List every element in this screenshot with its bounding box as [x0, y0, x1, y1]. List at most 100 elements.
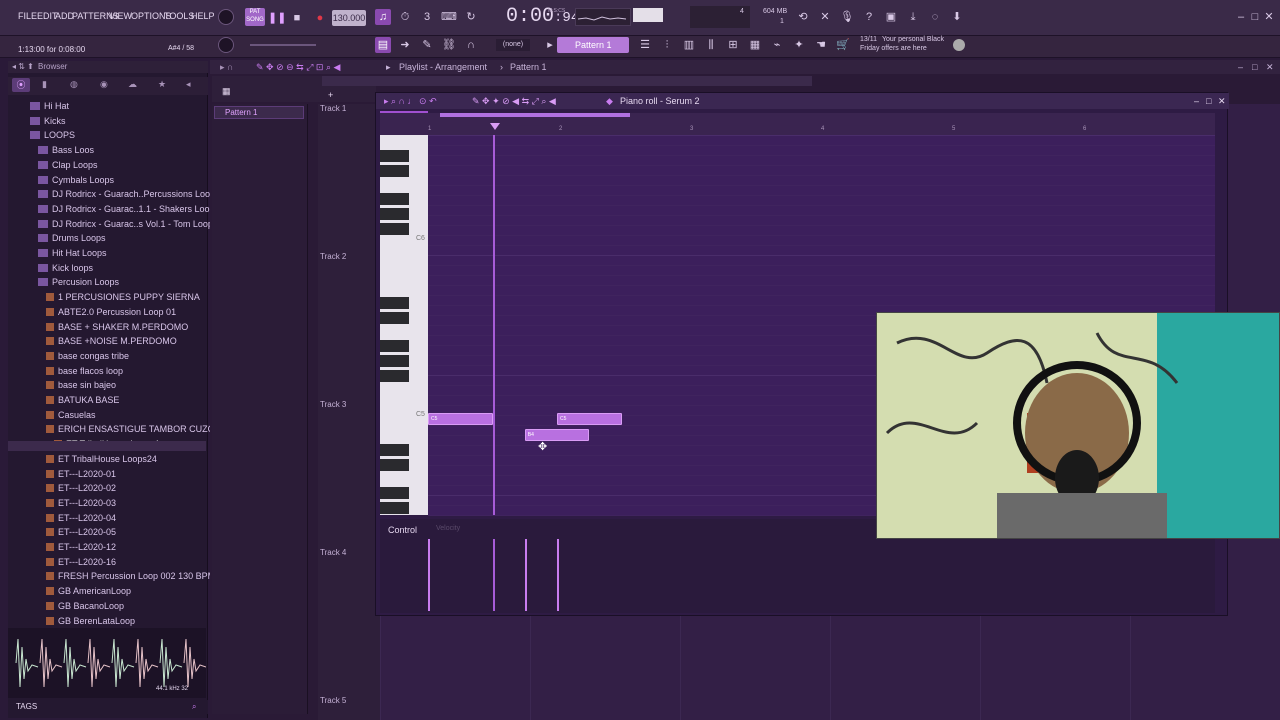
pattern-item[interactable]: Pattern 1	[214, 106, 304, 119]
browser-file[interactable]: GB BacanoLoop	[46, 599, 124, 613]
browser-folder[interactable]: Drums Loops	[38, 231, 106, 245]
add-track-icon[interactable]: +	[328, 90, 333, 100]
browser-folder[interactable]: Hit Hat Loops	[38, 246, 107, 260]
loop-record-icon[interactable]: ↻	[463, 9, 479, 25]
piano-roll-view-icon[interactable]: ▤	[375, 37, 391, 53]
browser-folder[interactable]: DJ Rodricx - Guarac..1.1 - Shakers Loops	[38, 202, 219, 216]
black-key[interactable]	[380, 444, 409, 456]
track-4-label[interactable]: Track 4	[320, 548, 346, 557]
wait-input-icon[interactable]: ⏱	[397, 9, 413, 25]
black-key[interactable]	[380, 297, 409, 309]
midi-note[interactable]: C5	[428, 413, 493, 425]
menu-view[interactable]: VIEW	[109, 11, 132, 21]
panic-icon[interactable]: ✕	[817, 9, 833, 25]
pause-button[interactable]: ❚❚	[268, 10, 286, 26]
browser-folder[interactable]: DJ Rodricx - Guarach..Percussions Loops	[38, 187, 220, 201]
plugins-tab-icon[interactable]: ◍	[70, 79, 78, 90]
browser-file[interactable]: ET---L2020-05	[46, 525, 116, 539]
playlist-tools-icon[interactable]: ▸ ∩	[220, 60, 234, 74]
track-2-label[interactable]: Track 2	[320, 252, 346, 261]
undo-history-icon[interactable]: ⟲	[795, 9, 811, 25]
playlist-pencil-icon[interactable]: ✎ ✥ ⊘ ⊖ ⇆ ⤢ ⊡ ⌕ ◀	[256, 60, 340, 74]
export-icon[interactable]: ⤓	[905, 9, 921, 25]
search-browser-icon[interactable]: ◂	[186, 79, 191, 90]
black-key[interactable]	[380, 487, 409, 499]
playlist-maximize-icon[interactable]: □	[1252, 60, 1257, 74]
favorites-star-icon[interactable]: ★	[158, 79, 166, 90]
plugin-icon[interactable]: ⌁	[769, 37, 785, 53]
velocity-bar[interactable]	[557, 539, 559, 611]
playlist-pattern-crumb[interactable]: Pattern 1	[510, 60, 547, 74]
browser-file[interactable]: GB AmericanLoop	[46, 584, 131, 598]
browser-folder[interactable]: Clap Loops	[38, 158, 98, 172]
snap-select[interactable]: (none)	[496, 39, 530, 51]
browser-folder[interactable]: Cymbals Loops	[38, 173, 114, 187]
playhead-marker-icon[interactable]	[490, 123, 500, 130]
black-key[interactable]	[380, 223, 409, 235]
piano-roll-close-icon[interactable]: ✕	[1218, 93, 1226, 109]
browser-file[interactable]: ET---L2020-03	[46, 496, 116, 510]
black-key[interactable]	[380, 459, 409, 471]
track-1-label[interactable]: Track 1	[320, 104, 346, 113]
pencil-icon[interactable]: ✎	[419, 37, 435, 53]
browser-folder[interactable]: Kick loops	[38, 261, 93, 275]
browser-folder[interactable]: LOOPS	[30, 128, 75, 142]
browser-file[interactable]: base flacos loop	[46, 364, 123, 378]
black-key[interactable]	[380, 370, 409, 382]
browser-file[interactable]: FRESH Percussion Loop 002 130 BPM	[46, 569, 215, 583]
record-button[interactable]: ●	[312, 10, 328, 26]
tags-search-icon[interactable]: ⌕	[192, 700, 196, 714]
black-key[interactable]	[380, 165, 409, 177]
midi-note[interactable]: C5	[557, 413, 622, 425]
black-key[interactable]	[380, 355, 409, 367]
velocity-bar[interactable]	[428, 539, 430, 611]
track-3-label[interactable]: Track 3	[320, 400, 346, 409]
pattern-prev-icon[interactable]: ▸	[542, 37, 558, 53]
browser-file[interactable]: ET---L2020-12	[46, 540, 116, 554]
channel-icon[interactable]: ⊞	[725, 37, 741, 53]
help-icon[interactable]: ?	[861, 9, 877, 25]
velocity-lane[interactable]	[428, 539, 1215, 611]
current-project-icon[interactable]: ◉	[100, 79, 108, 90]
black-key[interactable]	[380, 340, 409, 352]
pattern-selector[interactable]: Pattern 1	[557, 37, 629, 53]
playlist-minimize-icon[interactable]: –	[1238, 60, 1243, 74]
browser-folder[interactable]: Hi Hat	[30, 99, 69, 113]
track-5-label[interactable]: Track 5	[320, 696, 346, 705]
mixer-icon[interactable]: ⫼	[703, 37, 719, 53]
pat-song-toggle[interactable]: PAT SONG	[245, 8, 265, 26]
master-volume-knob[interactable]	[218, 9, 234, 25]
browser-file[interactable]: ET---L2020-01	[46, 467, 116, 481]
browser-folder[interactable]: Bass Loos	[38, 143, 94, 157]
black-key[interactable]	[380, 150, 409, 162]
piano-roll-pencil-icon[interactable]: ✎ ✥ ✦ ⊘ ◀ ⇆ ⤢ ⌕ ◀	[472, 93, 556, 109]
control-param[interactable]: Velocity	[436, 525, 460, 532]
chat-icon[interactable]: ◌	[927, 9, 943, 25]
velocity-bar[interactable]	[524, 539, 527, 611]
save-icon[interactable]: ▣	[883, 9, 899, 25]
browser-file[interactable]: BASE + SHAKER M.PERDOMO	[46, 320, 188, 334]
piano-roll-scrollbar[interactable]	[440, 113, 630, 117]
shop-icon[interactable]: 🛒	[835, 37, 851, 53]
metronome-icon[interactable]: ♫	[375, 9, 391, 25]
browser-icon[interactable]: ▦	[747, 37, 763, 53]
browser-menu-icon[interactable]: ◂ ⇅ ⬆	[12, 62, 34, 71]
browser-folder[interactable]: Percusion Loops	[38, 275, 119, 289]
tags-label[interactable]: TAGS	[16, 702, 37, 711]
menu-file[interactable]: FILE	[18, 11, 37, 21]
browser-file[interactable]: GB BerenLataLoop	[46, 614, 135, 628]
arrow-right-icon[interactable]: ➜	[397, 37, 413, 53]
news-line1[interactable]: Your personal Black	[882, 36, 944, 43]
piano-roll-maximize-icon[interactable]: □	[1206, 93, 1211, 109]
black-key[interactable]	[380, 312, 409, 324]
cloud-icon[interactable]: ☁	[128, 79, 137, 90]
touch-icon[interactable]: ☚	[813, 37, 829, 53]
browser-file[interactable]: BATUKA BASE	[46, 393, 119, 407]
black-key[interactable]	[380, 208, 409, 220]
piano-roll-minimize-icon[interactable]: –	[1194, 93, 1199, 109]
menu-help[interactable]: HELP	[191, 11, 215, 21]
news-globe-icon[interactable]	[953, 39, 965, 51]
stop-button[interactable]: ■	[289, 10, 305, 26]
browser-file[interactable]: ET TribalHouse Loops24	[46, 452, 157, 466]
piano-roll-ruler[interactable]: 1 2 3 4 5 6	[380, 113, 1215, 135]
